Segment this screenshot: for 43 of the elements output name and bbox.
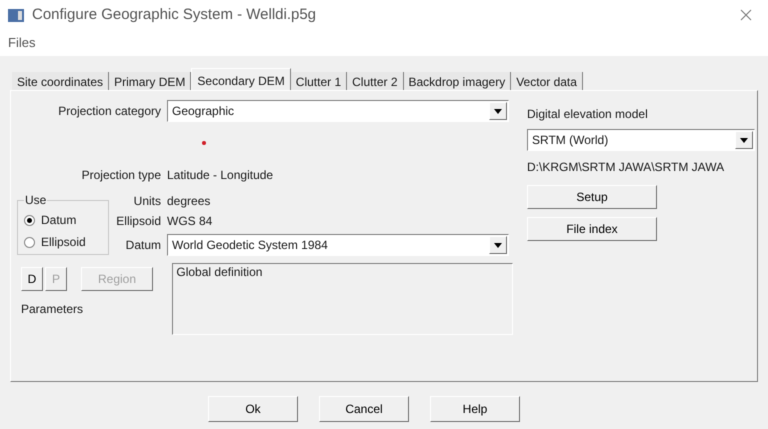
radio-option[interactable]: Ellipsoid	[24, 231, 102, 253]
radio-button[interactable]	[24, 214, 35, 226]
caret-icon	[740, 138, 748, 142]
description-box: Global definition	[172, 263, 513, 335]
field-label: Projection category	[58, 104, 161, 118]
file-path: D:\KRGM\SRTM JAWA\SRTM JAWA	[527, 160, 724, 174]
datum-dropdown[interactable]: World Geodetic System 1984	[167, 234, 509, 256]
tab[interactable]: Vector data	[511, 72, 583, 90]
tab[interactable]: Backdrop imagery	[404, 72, 512, 90]
tab[interactable]: Secondary DEM	[191, 68, 291, 90]
window-icon	[8, 8, 24, 22]
field-label: Ellipsoid	[116, 214, 161, 228]
dialog-button[interactable]: Cancel	[319, 396, 409, 422]
radio-button[interactable]	[24, 236, 35, 248]
field-value: Latitude - Longitude	[167, 167, 274, 184]
field-label: Units	[134, 194, 161, 208]
dropdown-button[interactable]	[735, 131, 753, 149]
caret-icon	[494, 108, 502, 114]
tab[interactable]: Primary DEM	[109, 72, 192, 90]
tab[interactable]: Clutter 2	[347, 72, 404, 90]
window-title: Configure Geographic System - Welldi.p5g	[32, 4, 316, 25]
dialog-button[interactable]: Ok	[208, 396, 298, 422]
dialog-button[interactable]: Help	[430, 396, 520, 422]
dem-dropdown[interactable]: SRTM (World)	[527, 129, 755, 151]
field-label: Projection type	[82, 168, 161, 182]
projection-category-dropdown[interactable]: Geographic	[167, 100, 509, 122]
parameters-label: Parameters	[21, 302, 84, 316]
parameter-button[interactable]: D	[21, 267, 43, 291]
group-title: Use	[24, 192, 48, 209]
radio-option[interactable]: Datum	[24, 209, 102, 231]
close-icon[interactable]	[740, 9, 752, 21]
dropdown-button[interactable]	[489, 102, 507, 120]
field-label: Datum	[126, 238, 161, 252]
dropdown-button[interactable]	[489, 236, 507, 254]
menu-item[interactable]: Files	[8, 33, 36, 53]
field-value: WGS 84	[167, 213, 212, 230]
dem-button[interactable]: File index	[527, 217, 657, 241]
tab[interactable]: Site coordinates	[12, 72, 110, 90]
dem-button[interactable]: Setup	[527, 185, 657, 209]
tab[interactable]: Clutter 1	[290, 72, 348, 90]
caret-icon	[494, 242, 502, 248]
field-value: degrees	[167, 193, 210, 210]
field-label: Digital elevation model	[527, 106, 649, 123]
